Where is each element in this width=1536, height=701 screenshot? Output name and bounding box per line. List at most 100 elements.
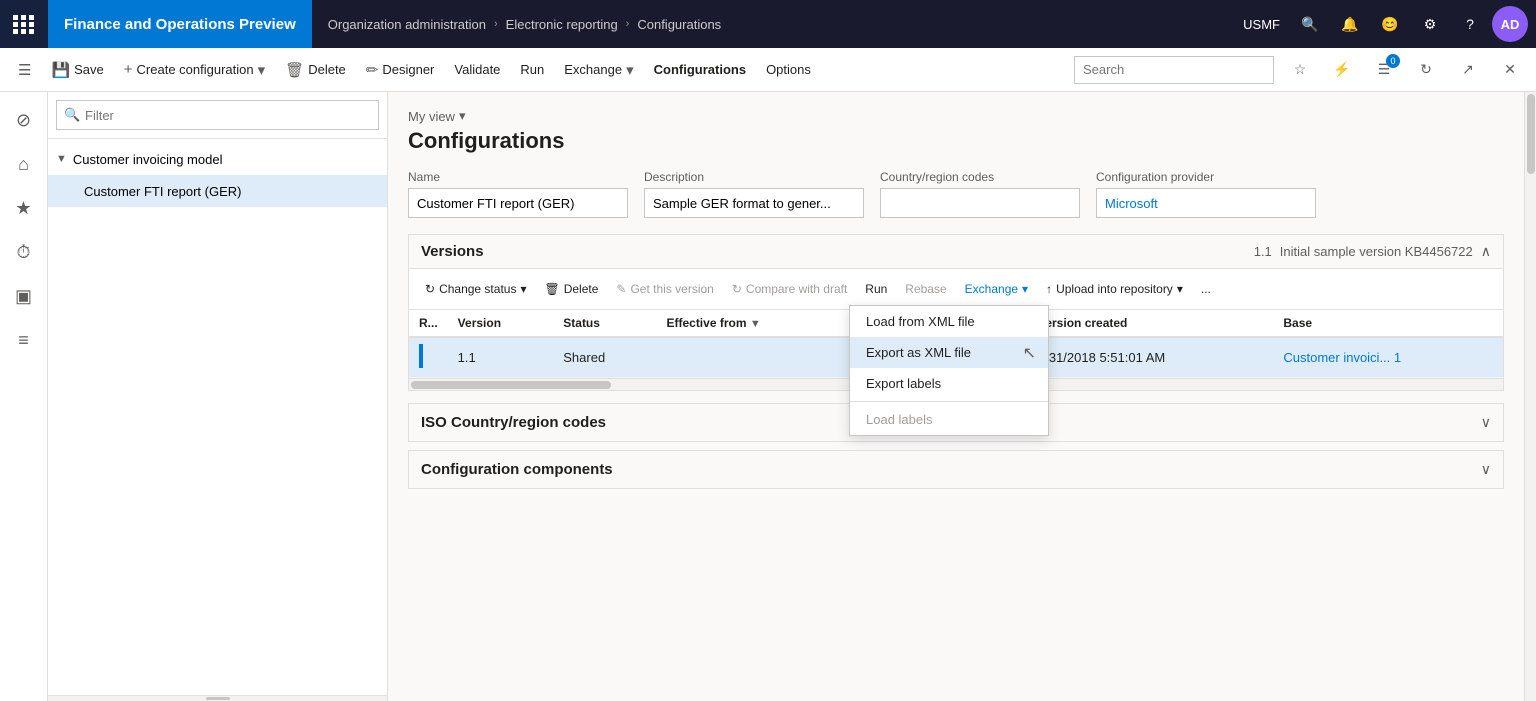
- favorite-icon[interactable]: ☆: [1282, 52, 1318, 88]
- versions-version-label: Initial sample version KB4456722: [1280, 244, 1473, 259]
- load-labels-item[interactable]: Load labels: [850, 404, 1048, 435]
- filter-effective-icon: ▼: [750, 318, 761, 330]
- description-label: Description: [644, 170, 864, 184]
- settings-icon[interactable]: ⚙: [1412, 6, 1448, 42]
- user-avatar[interactable]: AD: [1492, 6, 1528, 42]
- exchange-dropdown-menu: Load from XML file Export as XML file ↖ …: [849, 305, 1049, 436]
- breadcrumb-er[interactable]: Electronic reporting: [506, 17, 618, 32]
- get-this-version-button[interactable]: ✎ Get this version: [608, 273, 721, 305]
- breadcrumb-configs[interactable]: Configurations: [637, 17, 721, 32]
- name-input[interactable]: [408, 188, 628, 218]
- col-version-created[interactable]: Version created: [1028, 310, 1273, 337]
- personalize-icon[interactable]: ⚡: [1324, 52, 1360, 88]
- versions-title: Versions: [421, 243, 484, 260]
- open-new-icon[interactable]: ↗: [1450, 52, 1486, 88]
- change-status-chevron: ▾: [520, 282, 526, 296]
- create-configuration-button[interactable]: + Create configuration ▾: [114, 48, 275, 92]
- sidebar-icon-home[interactable]: ⌂: [4, 144, 44, 184]
- help-icon[interactable]: ?: [1452, 6, 1488, 42]
- tree-toggle-icon: ▼: [56, 153, 67, 165]
- main-toolbar: ☰ 💾 Save + Create configuration ▾ 🗑 Dele…: [0, 48, 1536, 92]
- sidebar-icons: ⊘ ⌂ ★ ⏱ ▣ ≡: [0, 92, 48, 701]
- menu-toggle-button[interactable]: ☰: [8, 48, 41, 92]
- export-labels-item[interactable]: Export labels: [850, 368, 1048, 399]
- emoji-icon[interactable]: 😊: [1372, 6, 1408, 42]
- ver-exchange-button[interactable]: Exchange ▾: [957, 273, 1036, 305]
- save-button[interactable]: 💾 Save: [41, 48, 113, 92]
- change-status-button[interactable]: ↻ Change status ▾: [417, 273, 534, 305]
- sidebar-icon-filter[interactable]: ⊘: [4, 100, 44, 140]
- upload-into-repo-button[interactable]: ↑ Upload into repository ▾: [1038, 273, 1191, 305]
- sidebar-icon-recent[interactable]: ⏱: [4, 232, 44, 272]
- cell-version-created: 7/31/2018 5:51:01 AM: [1028, 337, 1273, 378]
- run-button[interactable]: Run: [510, 48, 554, 92]
- country-field: Country/region codes: [880, 170, 1080, 218]
- form-row: Name Description Country/region codes Co…: [408, 170, 1504, 218]
- sidebar-icon-list[interactable]: ≡: [4, 320, 44, 360]
- export-as-xml-item[interactable]: Export as XML file ↖: [850, 337, 1048, 368]
- resize-handle-indicator: [206, 697, 230, 700]
- close-page-icon[interactable]: ✕: [1492, 52, 1528, 88]
- tree-resize-handle[interactable]: [48, 695, 387, 701]
- country-input[interactable]: [880, 188, 1080, 218]
- view-selector-label: My view: [408, 109, 455, 124]
- validate-button[interactable]: Validate: [444, 48, 510, 92]
- delete-button[interactable]: 🗑 Delete: [275, 48, 356, 92]
- ver-exchange-chevron: ▾: [1022, 282, 1028, 296]
- versions-toolbar: ↻ Change status ▾ 🗑 Delete ✎ Get this ve…: [409, 269, 1503, 310]
- apps-button[interactable]: [0, 0, 48, 48]
- tree-panel: 🔍 ▼ Customer invoicing model Customer FT…: [48, 92, 388, 701]
- save-icon: 💾: [51, 61, 70, 79]
- tree-filter-area: 🔍: [48, 92, 387, 139]
- cell-version: 1.1: [448, 337, 554, 378]
- compare-with-draft-button[interactable]: ↻ Compare with draft: [724, 273, 855, 305]
- col-status[interactable]: Status: [553, 310, 656, 337]
- tree-item-parent[interactable]: ▼ Customer invoicing model: [48, 143, 387, 175]
- versions-version-text: 1.1: [1254, 244, 1272, 259]
- description-input[interactable]: [644, 188, 864, 218]
- filter-input[interactable]: [56, 100, 379, 130]
- col-r[interactable]: R...: [409, 310, 448, 337]
- toolbar-search-input[interactable]: [1074, 56, 1274, 84]
- tree-item-child[interactable]: Customer FTI report (GER): [48, 175, 387, 207]
- dropdown-divider: [850, 401, 1048, 402]
- col-effective-from[interactable]: Effective from ▼: [656, 310, 846, 337]
- provider-field: Configuration provider: [1096, 170, 1316, 218]
- notification-icon[interactable]: 🔔: [1332, 6, 1368, 42]
- upload-icon: ↑: [1046, 282, 1052, 296]
- cell-base: Customer invoici... 1: [1273, 337, 1503, 378]
- provider-input[interactable]: [1096, 188, 1316, 218]
- right-scrollbar[interactable]: [1524, 92, 1536, 701]
- versions-collapse-button[interactable]: ∧: [1481, 243, 1491, 260]
- load-from-xml-item[interactable]: Load from XML file: [850, 306, 1048, 337]
- badge-icon[interactable]: ☰ 0: [1366, 52, 1402, 88]
- ver-run-button[interactable]: Run: [857, 273, 895, 305]
- rebase-button[interactable]: Rebase: [897, 273, 954, 305]
- breadcrumb-sep-2: ›: [626, 18, 630, 30]
- config-components-title: Configuration components: [421, 461, 613, 478]
- exchange-button[interactable]: Exchange ▾: [554, 48, 643, 92]
- designer-button[interactable]: ✏ Designer: [356, 48, 445, 92]
- base-link[interactable]: Customer invoici... 1: [1283, 350, 1401, 365]
- sidebar-icon-workspaces[interactable]: ▣: [4, 276, 44, 316]
- filter-wrapper: 🔍: [56, 100, 379, 130]
- tree-child-label: Customer FTI report (GER): [84, 184, 241, 199]
- sidebar-icon-favorites[interactable]: ★: [4, 188, 44, 228]
- col-version[interactable]: Version: [448, 310, 554, 337]
- view-selector[interactable]: My view ▾: [408, 108, 1504, 124]
- config-components-section[interactable]: Configuration components ∨: [408, 450, 1504, 489]
- compare-icon: ↻: [732, 282, 742, 296]
- top-right-actions: USMF 🔍 🔔 😊 ⚙ ? AD: [1235, 6, 1536, 42]
- filter-search-icon: 🔍: [64, 107, 80, 123]
- col-base[interactable]: Base: [1273, 310, 1503, 337]
- search-icon-top[interactable]: 🔍: [1292, 6, 1328, 42]
- h-scrollbar-thumb[interactable]: [411, 381, 611, 389]
- configurations-button[interactable]: Configurations: [644, 48, 756, 92]
- refresh-icon[interactable]: ↻: [1408, 52, 1444, 88]
- more-button[interactable]: ...: [1193, 273, 1219, 305]
- iso-collapse-icon: ∨: [1481, 414, 1491, 431]
- ver-delete-button[interactable]: 🗑 Delete: [536, 273, 606, 305]
- scrollbar-thumb[interactable]: [1527, 94, 1535, 174]
- options-button[interactable]: Options: [756, 48, 821, 92]
- breadcrumb-org[interactable]: Organization administration: [328, 17, 486, 32]
